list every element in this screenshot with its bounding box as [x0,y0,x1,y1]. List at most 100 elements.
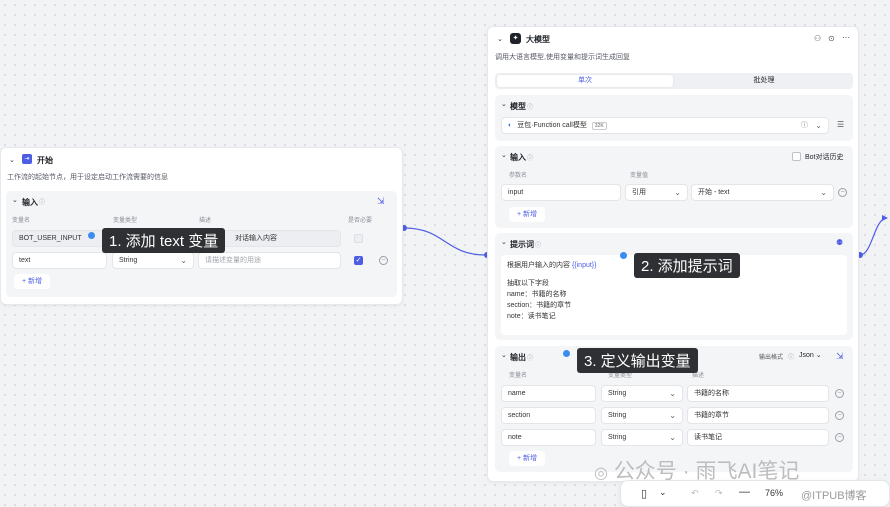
info-icon: ⓘ [527,156,534,162]
out-name-field[interactable]: name [501,385,596,402]
tab-batch[interactable]: 批处理 [677,75,851,87]
param-value: 开始 - text [698,189,730,196]
prompt-variable: {{input}} [571,262,597,269]
redo-icon[interactable]: ↷ [715,488,723,499]
llm-node-icon: ✦ [510,33,521,44]
prompt-collapse-icon[interactable]: ⌄ [501,238,507,246]
zoom-level[interactable]: 76% [765,488,783,498]
var-desc-field[interactable]: 请描述变量的用途 [198,252,341,269]
col-param-name: 参数名 [509,173,528,179]
remove-row-icon[interactable]: − [835,433,844,442]
ref-type-select[interactable]: 引用 ⌄ [625,184,688,201]
more-icon[interactable]: ⋯ [842,33,850,43]
start-input-title: 输入 [22,198,38,207]
run-icon[interactable]: ⊙ [828,34,835,44]
required-checkbox[interactable]: ✓ [354,256,363,265]
output-collapse-icon[interactable]: ⌄ [501,351,507,359]
output-title: 输出 [510,353,526,362]
output-format-label: 输出格式 [759,355,784,361]
out-type-value: String [608,412,627,419]
out-desc-field[interactable]: 书籍的名称 [687,385,829,402]
add-input-button[interactable]: + 新增 [14,274,51,289]
zoom-out-icon[interactable]: — [739,486,750,498]
out-type-value: String [608,390,627,397]
prompt-text: 根据用户输入的内容 [507,262,570,269]
collapse-chevron-icon[interactable]: ⌄ [9,156,15,164]
add-output-button[interactable]: + 新增 [509,451,546,466]
prompt-title: 提示词 [510,240,534,249]
chevron-down-icon[interactable]: ⌄ [659,487,667,498]
start-node-title: 开始 [37,156,53,165]
prompt-library-icon[interactable]: ⚉ [836,238,843,248]
context-badge: 32K [591,122,607,130]
info-icon: ⓘ [535,243,542,249]
collapse-chevron-icon[interactable]: ⌄ [497,35,503,43]
callout-step1: 1. 添加 text 变量 [102,228,226,253]
chevron-down-icon: ⌄ [669,389,676,398]
chevron-down-icon: ⌄ [180,256,187,265]
prompt-section: ⌄ 提示词 ⓘ ⚉ 根据用户输入的内容 {{input}} 抽取以下字段 nam… [495,233,853,340]
var-type-select[interactable]: String ⌄ [112,252,194,269]
undo-icon[interactable]: ↶ [691,488,699,499]
info-icon: ⓘ [788,355,795,361]
remove-row-icon[interactable]: − [838,188,847,197]
mode-tabs: 单次 批处理 [495,73,853,89]
out-name-field[interactable]: section [501,407,596,424]
callout-marker [88,232,95,239]
remove-row-icon[interactable]: − [379,256,388,265]
var-name-field[interactable]: text [12,252,107,269]
out-name-field[interactable]: note [501,429,596,446]
col-var-name: 变量名 [12,218,31,224]
col-var-type: 变量类型 [113,218,138,224]
out-type-select[interactable]: String ⌄ [601,385,683,402]
model-select[interactable]: ◐ 豆包·Function call模型 32K ⓘ ⌄ [501,117,829,134]
tab-single[interactable]: 单次 [497,75,673,87]
llm-node-description: 调用大语言模型,使用变量和提示词生成回复 [495,54,630,61]
mouse-mode-icon[interactable]: ▯ [641,487,647,500]
chevron-down-icon: ⌄ [820,188,827,197]
watermark-sub: @ITPUB博客 [801,490,867,502]
param-value-select[interactable]: 开始 - text ⌄ [691,184,834,201]
output-format-select[interactable]: Json ⌄ [799,351,822,359]
col-required: 是否必要 [348,218,373,224]
remove-row-icon[interactable]: − [835,389,844,398]
prompt-line: note：读书笔记 [507,313,556,320]
out-desc-field[interactable]: 书籍的章节 [687,407,829,424]
out-type-value: String [608,434,627,441]
ref-type-value: 引用 [632,189,646,196]
out-desc-field[interactable]: 读书笔记 [687,429,829,446]
chevron-down-icon: ⌄ [669,433,676,442]
add-input-button[interactable]: + 新增 [509,207,546,222]
model-collapse-icon[interactable]: ⌄ [501,100,507,108]
export-icon[interactable]: ⇲ [377,196,385,207]
info-icon: ⓘ [801,122,808,129]
col-param-value: 变量值 [630,173,649,179]
var-desc-value: 对话输入内容 [235,235,277,242]
start-node[interactable]: ⌄ ⇥ 开始 工作流的起始节点，用于设定启动工作流需要的信息 ⌄ 输入 ⓘ ⇲ … [0,147,403,305]
info-icon: ⓘ [527,356,534,362]
col-var-name: 变量名 [509,373,528,379]
output-format-value: Json [799,352,814,359]
out-type-select[interactable]: String ⌄ [601,407,683,424]
out-type-select[interactable]: String ⌄ [601,429,683,446]
settings-sliders-icon[interactable]: ☰ [837,120,844,130]
callout-step2: 2. 添加提示词 [634,253,740,278]
chevron-down-icon: ⌄ [815,121,822,130]
bot-history-checkbox[interactable] [792,152,801,161]
export-icon[interactable]: ⇲ [836,351,844,362]
param-name-field[interactable]: input [501,184,621,201]
remove-row-icon[interactable]: − [835,411,844,420]
start-node-icon: ⇥ [22,154,32,164]
input-collapse-icon[interactable]: ⌄ [501,151,507,159]
chevron-down-icon: ⌄ [674,188,681,197]
bot-history-label: Bot对话历史 [805,154,844,161]
chevron-down-icon: ⌄ [669,411,676,420]
debug-icon[interactable]: ⚇ [814,34,821,44]
wechat-logo-icon: ◎ [594,465,608,482]
var-desc-placeholder: 请描述变量的用途 [205,257,261,264]
info-icon: ⓘ [39,200,46,206]
llm-input-title: 输入 [510,153,526,162]
var-type-value: String [119,257,138,264]
col-desc: 描述 [199,218,212,224]
input-collapse-icon[interactable]: ⌄ [12,196,18,204]
